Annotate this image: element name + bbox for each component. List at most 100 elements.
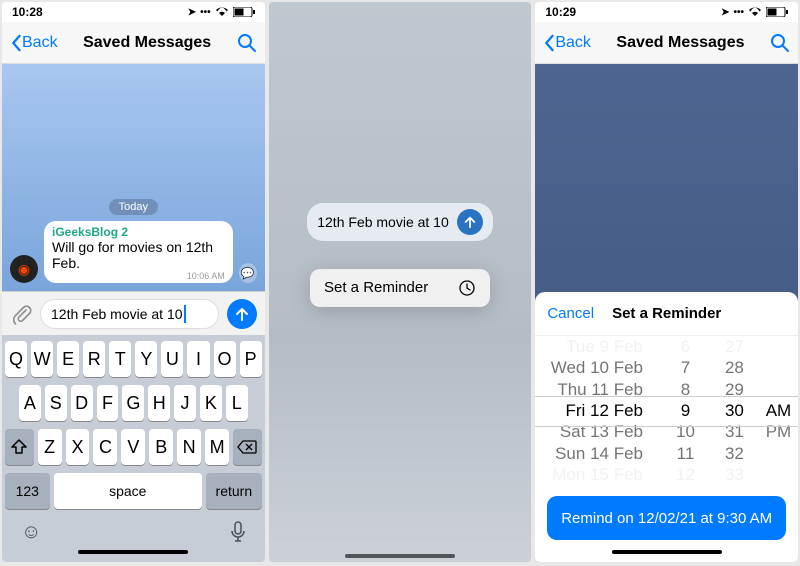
status-icons: ➤ ••• bbox=[188, 7, 255, 18]
key-o[interactable]: O bbox=[214, 341, 236, 377]
nav-bar: Back Saved Messages bbox=[535, 22, 798, 64]
picker-item[interactable]: 7 bbox=[681, 357, 690, 378]
key-n[interactable]: N bbox=[177, 429, 201, 465]
home-indicator[interactable] bbox=[78, 550, 188, 554]
key-z[interactable]: Z bbox=[38, 429, 62, 465]
send-button[interactable] bbox=[457, 209, 483, 235]
status-time: 10:28 bbox=[12, 5, 43, 19]
picker-item[interactable]: 33 bbox=[725, 465, 744, 486]
key-j[interactable]: J bbox=[174, 385, 196, 421]
message-bubble[interactable]: iGeeksBlog 2 Will go for movies on 12th … bbox=[44, 221, 233, 283]
picker-item[interactable]: 31 bbox=[725, 422, 744, 443]
key-space[interactable]: space bbox=[54, 473, 202, 509]
blurred-background: 12th Feb movie at 10 Set a Reminder bbox=[269, 2, 532, 562]
key-123[interactable]: 123 bbox=[5, 473, 50, 509]
picker-item[interactable]: Wed 10 Feb bbox=[551, 357, 643, 378]
picker-item[interactable]: Mon 15 Feb bbox=[552, 465, 643, 486]
search-button[interactable] bbox=[237, 33, 257, 53]
key-q[interactable]: Q bbox=[5, 341, 27, 377]
key-delete[interactable] bbox=[233, 429, 262, 465]
dictate-button[interactable] bbox=[230, 521, 246, 544]
picker-item[interactable]: 10 bbox=[676, 422, 695, 443]
key-g[interactable]: G bbox=[122, 385, 144, 421]
page-title: Saved Messages bbox=[83, 34, 211, 52]
kbd-row-2: A S D F G H J K L bbox=[5, 385, 262, 421]
back-button[interactable]: Back bbox=[10, 34, 58, 52]
key-u[interactable]: U bbox=[161, 341, 183, 377]
picker-item[interactable]: 29 bbox=[725, 379, 744, 400]
key-l[interactable]: L bbox=[226, 385, 248, 421]
message-time: 10:06 AM bbox=[52, 271, 225, 281]
signal-icon: ••• bbox=[200, 7, 211, 18]
key-y[interactable]: Y bbox=[135, 341, 157, 377]
status-icons: ➤ ••• bbox=[721, 7, 788, 18]
picker-item[interactable]: Tue 9 Feb bbox=[566, 336, 643, 357]
picker-date-column[interactable]: Tue 9 Feb Wed 10 Feb Thu 11 Feb Fri 12 F… bbox=[535, 336, 661, 486]
key-c[interactable]: C bbox=[93, 429, 117, 465]
key-h[interactable]: H bbox=[148, 385, 170, 421]
picker-item-selected[interactable]: AM bbox=[766, 400, 792, 421]
back-button[interactable]: Back bbox=[543, 34, 591, 52]
screen-reminder-picker: 10:29 ➤ ••• Back Saved Messages Cancel S… bbox=[535, 2, 798, 562]
picker-item[interactable]: 6 bbox=[681, 336, 690, 357]
message-input[interactable]: 12th Feb movie at 10 bbox=[40, 299, 219, 329]
reminder-sheet: Cancel Set a Reminder Tue 9 Feb Wed 10 F… bbox=[535, 292, 798, 562]
attach-button[interactable] bbox=[10, 303, 32, 325]
picker-item-selected[interactable]: 30 bbox=[725, 400, 744, 421]
back-label: Back bbox=[555, 34, 591, 52]
datetime-picker[interactable]: Tue 9 Feb Wed 10 Feb Thu 11 Feb Fri 12 F… bbox=[535, 336, 798, 486]
picker-item[interactable]: Sun 14 Feb bbox=[555, 443, 643, 464]
draft-message-preview: 12th Feb movie at 10 bbox=[307, 203, 493, 241]
picker-item[interactable]: Thu 11 Feb bbox=[557, 379, 643, 400]
key-shift[interactable] bbox=[5, 429, 34, 465]
picker-item-selected[interactable]: 9 bbox=[681, 400, 690, 421]
back-label: Back bbox=[22, 34, 58, 52]
key-e[interactable]: E bbox=[57, 341, 79, 377]
battery-icon bbox=[766, 7, 788, 17]
confirm-reminder-button[interactable]: Remind on 12/02/21 at 9:30 AM bbox=[547, 496, 786, 540]
draft-text: 12th Feb movie at 10 bbox=[317, 214, 449, 230]
key-v[interactable]: V bbox=[121, 429, 145, 465]
key-r[interactable]: R bbox=[83, 341, 105, 377]
key-return[interactable]: return bbox=[206, 473, 262, 509]
picker-item[interactable]: 27 bbox=[725, 336, 744, 357]
emoji-button[interactable]: ☺ bbox=[21, 521, 41, 544]
screen-context-menu: 12th Feb movie at 10 Set a Reminder bbox=[269, 2, 532, 562]
picker-item[interactable]: 11 bbox=[677, 443, 695, 464]
picker-item[interactable]: 8 bbox=[681, 379, 690, 400]
key-k[interactable]: K bbox=[200, 385, 222, 421]
picker-item[interactable]: 12 bbox=[676, 465, 695, 486]
picker-hour-column[interactable]: 6 7 8 9 10 11 12 bbox=[661, 336, 710, 486]
key-b[interactable]: B bbox=[149, 429, 173, 465]
picker-minute-column[interactable]: 27 28 29 30 31 32 33 bbox=[710, 336, 759, 486]
picker-item[interactable]: 32 bbox=[725, 443, 744, 464]
cancel-button[interactable]: Cancel bbox=[547, 305, 594, 322]
set-reminder-menu-item[interactable]: Set a Reminder bbox=[310, 269, 490, 307]
picker-item[interactable]: PM bbox=[766, 422, 792, 443]
date-separator: Today bbox=[109, 199, 158, 215]
send-button[interactable] bbox=[227, 299, 257, 329]
search-button[interactable] bbox=[770, 33, 790, 53]
key-x[interactable]: X bbox=[66, 429, 90, 465]
location-icon: ➤ bbox=[188, 7, 196, 18]
location-icon: ➤ bbox=[721, 7, 729, 18]
key-t[interactable]: T bbox=[109, 341, 131, 377]
key-d[interactable]: D bbox=[71, 385, 93, 421]
key-w[interactable]: W bbox=[31, 341, 53, 377]
key-f[interactable]: F bbox=[97, 385, 119, 421]
message-row: ◉ iGeeksBlog 2 Will go for movies on 12t… bbox=[10, 221, 257, 283]
page-title: Saved Messages bbox=[616, 34, 744, 52]
picker-ampm-column[interactable]: . . . AM PM . . bbox=[759, 336, 798, 486]
picker-item[interactable]: Sat 13 Feb bbox=[560, 422, 643, 443]
picker-item-selected[interactable]: Fri 12 Feb bbox=[566, 400, 643, 421]
picker-item[interactable]: 28 bbox=[725, 357, 744, 378]
key-m[interactable]: M bbox=[205, 429, 229, 465]
avatar[interactable]: ◉ bbox=[10, 255, 38, 283]
comments-icon[interactable]: 💬 bbox=[239, 263, 257, 283]
key-p[interactable]: P bbox=[240, 341, 262, 377]
key-i[interactable]: I bbox=[187, 341, 209, 377]
key-s[interactable]: S bbox=[45, 385, 67, 421]
key-a[interactable]: A bbox=[19, 385, 41, 421]
home-indicator[interactable] bbox=[612, 550, 722, 554]
menu-label: Set a Reminder bbox=[324, 279, 428, 296]
